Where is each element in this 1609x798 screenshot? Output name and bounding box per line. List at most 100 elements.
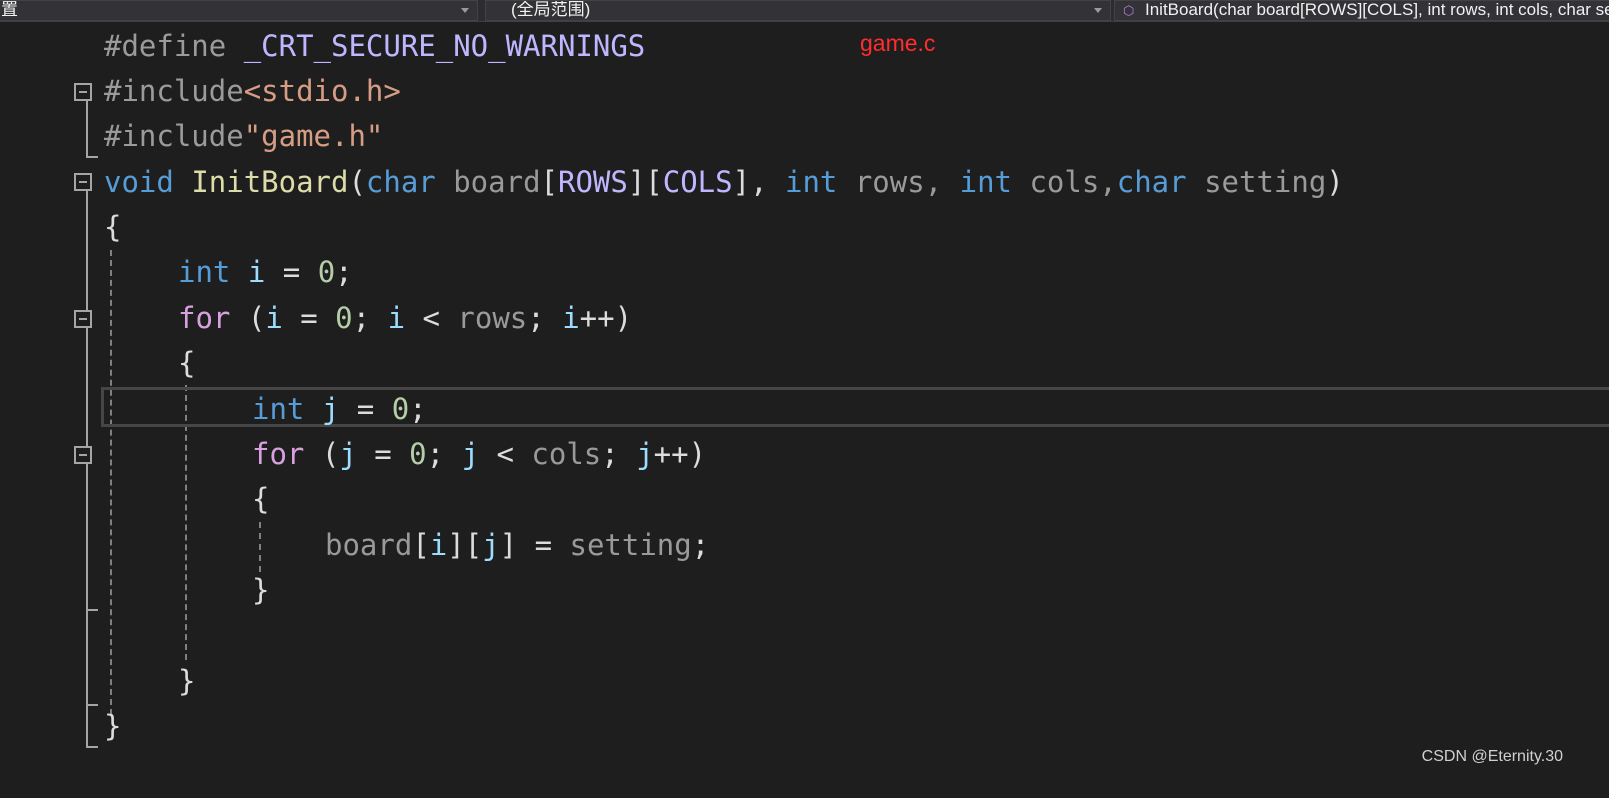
param-name: setting xyxy=(1186,165,1327,199)
local-variable: i xyxy=(429,528,448,562)
code-line-4: void InitBoard(char board[ROWS][COLS], i… xyxy=(104,160,1344,204)
member-dropdown-label: InitBoard(char board[ROWS][COLS], int ro… xyxy=(1145,0,1609,19)
preprocessor-directive: #include xyxy=(104,119,244,153)
code-line-1: #define _CRT_SECURE_NO_WARNINGS xyxy=(104,24,645,68)
code-line-2: #include<stdio.h> xyxy=(104,69,401,113)
macro-name: COLS xyxy=(662,165,733,199)
operator: = xyxy=(356,437,410,471)
code-line-10: for (j = 0; j < cols; j++) xyxy=(252,432,706,476)
collapse-toggle-icon[interactable] xyxy=(74,446,92,464)
outline-line xyxy=(86,746,98,748)
local-variable: j xyxy=(339,437,357,471)
project-dropdown[interactable]: 置 xyxy=(0,0,478,21)
include-header: "game.h" xyxy=(243,119,384,153)
param-name: rows, xyxy=(837,165,960,199)
param-type: int xyxy=(785,165,838,199)
code-line-11: { xyxy=(252,477,269,521)
operator: ++) xyxy=(579,301,633,335)
outline-line xyxy=(86,156,98,158)
param-type: char xyxy=(1116,165,1187,199)
method-icon: ⬡ xyxy=(1123,3,1135,18)
navigation-bar: 置 (全局范围) ⬡ InitBoard(char board[ROWS][CO… xyxy=(0,0,1609,22)
code-line-12: board[i][j] = setting; xyxy=(325,523,709,567)
code-line-7: for (i = 0; i < rows; i++) xyxy=(178,296,632,340)
collapse-toggle-icon[interactable] xyxy=(74,173,92,191)
operator: = xyxy=(339,392,392,426)
outline-line xyxy=(86,191,88,748)
punctuation: ] xyxy=(499,528,518,562)
local-variable: i xyxy=(265,301,283,335)
outline-line xyxy=(86,100,88,158)
local-variable: i xyxy=(230,255,266,289)
punctuation: ; xyxy=(527,301,563,335)
brace: { xyxy=(104,210,122,244)
number-literal: 0 xyxy=(409,437,427,471)
collapse-toggle-icon[interactable] xyxy=(74,310,92,328)
punctuation: ; xyxy=(409,392,427,426)
punctuation: ( xyxy=(348,165,366,199)
watermark: CSDN @Eternity.30 xyxy=(1421,748,1563,765)
punctuation: [ xyxy=(412,528,430,562)
preprocessor-directive: #include xyxy=(104,74,244,108)
param-name: board xyxy=(325,528,413,562)
operator: ++) xyxy=(653,437,707,471)
punctuation: ( xyxy=(230,301,266,335)
outline-line xyxy=(86,609,98,611)
local-variable: i xyxy=(387,301,406,335)
punctuation: ], xyxy=(732,165,785,199)
indent-guide xyxy=(110,250,112,715)
brace: } xyxy=(104,709,122,743)
operator: = xyxy=(282,301,336,335)
punctuation: ; xyxy=(426,437,462,471)
function-name: InitBoard xyxy=(191,165,349,199)
macro-name: _CRT_SECURE_NO_WARNINGS xyxy=(243,29,646,63)
param-name: cols xyxy=(531,437,602,471)
indent-guide xyxy=(259,522,261,572)
code-line-15: } xyxy=(104,704,121,748)
code-line-3: #include"game.h" xyxy=(104,114,383,158)
chevron-down-icon xyxy=(461,8,469,13)
file-name-annotation: game.c xyxy=(860,30,936,56)
punctuation: ; xyxy=(691,528,710,562)
type-keyword: int xyxy=(178,255,231,289)
number-literal: 0 xyxy=(317,255,336,289)
number-literal: 0 xyxy=(335,301,353,335)
code-line-9: int j = 0; xyxy=(252,387,427,431)
punctuation: ( xyxy=(304,437,340,471)
type-keyword: int xyxy=(252,392,305,426)
local-variable: j xyxy=(461,437,480,471)
punctuation: ; xyxy=(601,437,637,471)
number-literal: 0 xyxy=(391,392,410,426)
punctuation: ][ xyxy=(447,528,483,562)
code-line-14: } xyxy=(178,659,195,703)
chevron-down-icon xyxy=(1094,8,1102,13)
param-name: board xyxy=(435,165,541,199)
param-name: rows xyxy=(457,301,528,335)
punctuation: ; xyxy=(335,255,353,289)
code-line-5: { xyxy=(104,205,121,249)
local-variable: j xyxy=(304,392,340,426)
code-line-13: } xyxy=(252,568,269,612)
collapse-toggle-icon[interactable] xyxy=(74,83,92,101)
operator: < xyxy=(479,437,532,471)
brace: { xyxy=(178,346,196,380)
punctuation: ) xyxy=(1326,165,1344,199)
scope-dropdown[interactable]: (全局范围) xyxy=(485,0,1111,21)
local-variable: j xyxy=(636,437,654,471)
param-name: cols, xyxy=(1012,165,1117,199)
control-keyword: for xyxy=(178,301,231,335)
include-header: <stdio.h> xyxy=(243,74,401,108)
operator: = xyxy=(265,255,318,289)
operator: < xyxy=(405,301,458,335)
local-variable: j xyxy=(482,528,500,562)
outline-line xyxy=(86,704,98,706)
punctuation: ; xyxy=(352,301,388,335)
punctuation: ][ xyxy=(627,165,663,199)
code-line-8: { xyxy=(178,341,195,385)
param-name: setting xyxy=(569,528,692,562)
brace: { xyxy=(252,482,270,516)
punctuation: [ xyxy=(540,165,558,199)
member-dropdown[interactable]: ⬡ InitBoard(char board[ROWS][COLS], int … xyxy=(1114,0,1609,21)
control-keyword: for xyxy=(252,437,305,471)
macro-name: ROWS xyxy=(558,165,628,199)
